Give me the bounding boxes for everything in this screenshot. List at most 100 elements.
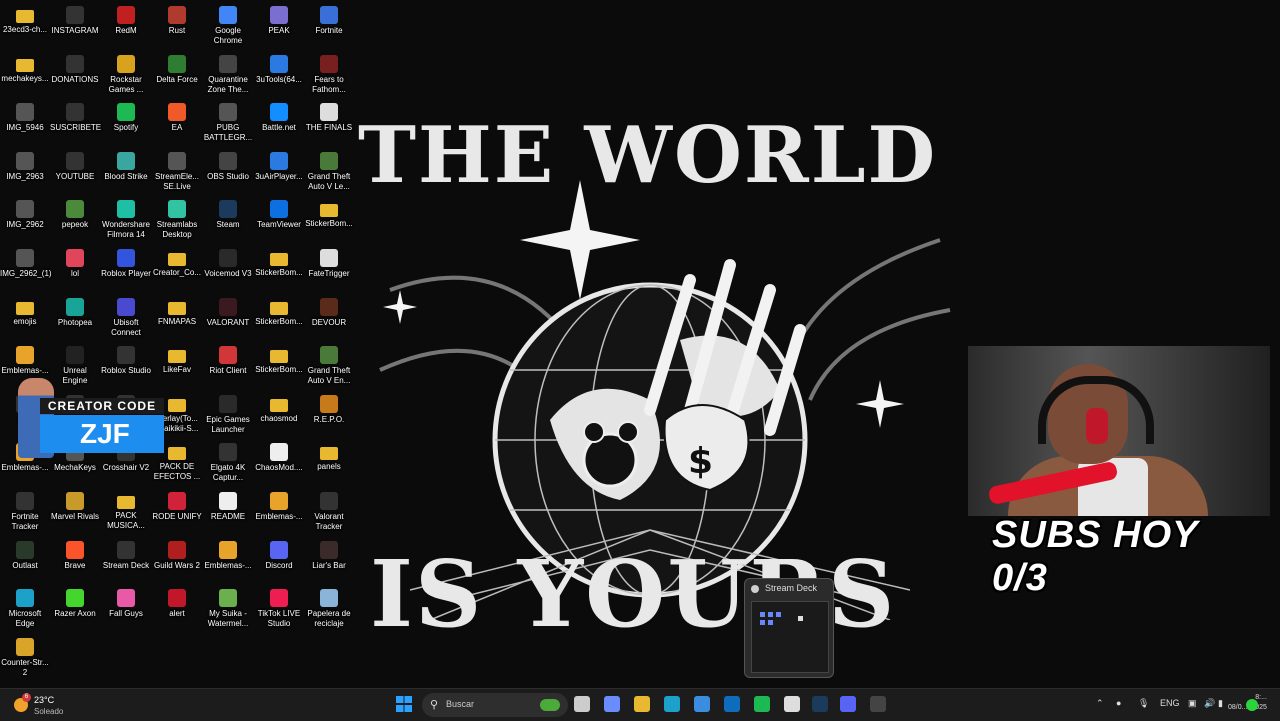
weather-widget[interactable]: 6 23°C Soleado (10, 693, 90, 719)
task-view-icon[interactable] (574, 696, 590, 712)
desktop-icon[interactable]: Microsoft Edge (0, 585, 50, 633)
desktop-icon[interactable]: Riot Client (203, 342, 253, 390)
desktop-icon[interactable]: Rockstar Games ... (101, 51, 151, 99)
desktop-icon[interactable]: PUBG BATTLEGR... (203, 99, 253, 147)
desktop-icon[interactable]: RODE UNIFY (152, 488, 202, 536)
desktop-icon[interactable]: Blood Strike (101, 148, 151, 196)
desktop-icon[interactable]: YOUTUBE (50, 148, 100, 196)
desktop-icon[interactable]: OBS Studio (203, 148, 253, 196)
desktop-icon[interactable]: INSTAGRAM (50, 2, 100, 50)
desktop-icon[interactable]: Steam (203, 196, 253, 244)
desktop-icon[interactable]: StickerBom... (254, 245, 304, 293)
desktop-icon[interactable]: Rust (152, 2, 202, 50)
desktop-icon[interactable]: Quarantine Zone The... (203, 51, 253, 99)
streamdeck-icon[interactable] (784, 696, 800, 712)
desktop-icon[interactable]: Epic Games Launcher (203, 391, 253, 439)
desktop-icon[interactable]: PEAK (254, 2, 304, 50)
desktop-icon[interactable]: SUSCRIBETE (50, 99, 101, 147)
desktop-icon[interactable]: Brave (50, 537, 100, 585)
stream-deck-window-thumbnail[interactable] (751, 601, 829, 673)
desktop-icon[interactable]: lol (50, 245, 100, 293)
desktop-icon[interactable]: Unreal Engine (50, 342, 100, 390)
desktop-icon[interactable]: Fortnite (304, 2, 354, 50)
chevron-up-icon[interactable]: ⌃ (1096, 698, 1104, 709)
desktop-icon[interactable]: Spotify (101, 99, 151, 147)
desktop-icon[interactable]: LikeFav (152, 342, 202, 390)
battery-icon[interactable]: ▮ (1218, 698, 1223, 709)
desktop-icon[interactable]: pepeok (50, 196, 100, 244)
desktop-icon[interactable]: StickerBom... (254, 294, 304, 342)
desktop-icon[interactable]: Creator_Co... (152, 245, 202, 293)
store-icon[interactable] (694, 696, 710, 712)
desktop-icon[interactable]: TikTok LIVE Studio (254, 585, 304, 633)
desktop-icon[interactable]: Fears to Fathom... (304, 51, 354, 99)
desktop-icon[interactable]: 3uAirPlayer... (254, 148, 304, 196)
desktop-icon[interactable]: ChaosMod.... (254, 439, 304, 487)
desktop-icon[interactable]: Liar's Bar (304, 537, 354, 585)
desktop-icon[interactable]: 3uTools(64... (254, 51, 304, 99)
desktop-icon[interactable]: 23ecd3-ch... (0, 2, 50, 50)
notification-icon[interactable] (1246, 699, 1258, 711)
desktop-icon[interactable]: DEVOUR (304, 294, 354, 342)
desktop-icon[interactable]: Grand Theft Auto V Le... (304, 148, 354, 196)
desktop-icon[interactable]: Stream Deck (101, 537, 151, 585)
desktop-icon[interactable]: IMG_2962_(1) (0, 245, 52, 293)
discord-icon[interactable] (840, 696, 856, 712)
desktop-icon[interactable]: Roblox Studio (101, 342, 151, 390)
desktop-icon[interactable]: Elgato 4K Captur... (203, 439, 253, 487)
desktop-icon[interactable]: Fortnite Tracker (0, 488, 50, 536)
tray-app-icon[interactable]: ● (1116, 698, 1121, 708)
desktop-icon[interactable]: README (203, 488, 253, 536)
desktop-icon[interactable]: alert (152, 585, 202, 633)
desktop-icon[interactable]: EA (152, 99, 202, 147)
desktop-icon[interactable]: chaosmod (254, 391, 304, 439)
desktop-icon[interactable]: Delta Force (152, 51, 202, 99)
spotify-icon[interactable] (754, 696, 770, 712)
desktop-icon[interactable]: Photopea (50, 294, 100, 342)
desktop-icon[interactable]: Battle.net (254, 99, 304, 147)
desktop-icon[interactable]: Razer Axon (50, 585, 100, 633)
desktop-icon[interactable]: Guild Wars 2 (152, 537, 202, 585)
desktop-icon[interactable]: Discord (254, 537, 304, 585)
desktop-icon[interactable]: My Suika - Watermel... (203, 585, 253, 633)
taskbar-search[interactable]: ⚲ Buscar (422, 693, 568, 717)
start-button[interactable] (396, 696, 412, 712)
desktop-icon[interactable]: Ubisoft Connect (101, 294, 151, 342)
desktop-icon[interactable]: Marvel Rivals (50, 488, 100, 536)
desktop-icon[interactable]: mechakeys... (0, 51, 50, 99)
desktop-icon[interactable]: StickerBom... (304, 196, 354, 244)
desktop-icon[interactable]: THE FINALS (304, 99, 354, 147)
desktop-icon[interactable]: Google Chrome (203, 2, 253, 50)
obs-icon[interactable] (870, 696, 886, 712)
network-icon[interactable]: ▣ (1188, 698, 1197, 709)
desktop-icon[interactable]: FateTrigger (304, 245, 354, 293)
desktop-icon[interactable]: Grand Theft Auto V En... (304, 342, 354, 390)
desktop-icon[interactable]: TeamViewer (254, 196, 304, 244)
desktop-icon[interactable]: PACK MUSICA... (101, 488, 151, 536)
desktop-icon[interactable]: Emblemas-... (203, 537, 253, 585)
desktop-icon[interactable]: StickerBom... (254, 342, 304, 390)
file-explorer-icon[interactable] (634, 696, 650, 712)
outlook-icon[interactable] (724, 696, 740, 712)
edge-icon[interactable] (664, 696, 680, 712)
desktop-icon[interactable]: Fall Guys (101, 585, 151, 633)
desktop-icon[interactable]: Papelera de reciclaje (304, 585, 354, 633)
desktop-icon[interactable]: Wondershare Filmora 14 (101, 196, 151, 244)
desktop-icon[interactable]: Roblox Player (101, 245, 151, 293)
desktop-icon[interactable]: StreamEle... SE.Live (152, 148, 202, 196)
desktop-icon[interactable]: Outlast (0, 537, 50, 585)
desktop-icon[interactable]: Counter-Str... 2 (0, 634, 50, 682)
language-indicator[interactable]: ENG (1160, 698, 1180, 708)
copilot-icon[interactable] (604, 696, 620, 712)
desktop-icon[interactable]: Streamlabs Desktop (152, 196, 202, 244)
stream-deck-taskbar-preview[interactable]: Stream Deck (744, 578, 834, 678)
desktop-icon[interactable]: Emblemas-... (254, 488, 304, 536)
desktop-icon[interactable]: DONATIONS (50, 51, 100, 99)
desktop-icon[interactable]: FNMAPAS (152, 294, 202, 342)
desktop-icon[interactable]: IMG_5946 (0, 99, 50, 147)
desktop-icon[interactable]: R.E.P.O. (304, 391, 354, 439)
desktop-icon[interactable]: Voicemod V3 (203, 245, 253, 293)
desktop-icon[interactable]: panels (304, 439, 354, 487)
desktop-icon[interactable]: IMG_2963 (0, 148, 50, 196)
microphone-icon[interactable]: 🎙 (1138, 698, 1149, 709)
